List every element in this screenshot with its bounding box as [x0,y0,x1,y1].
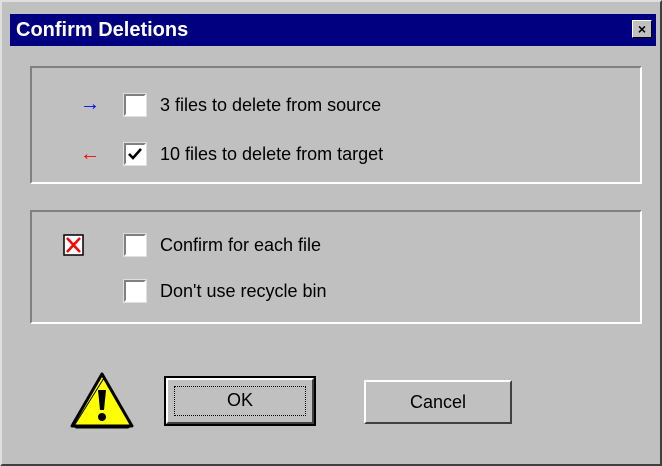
dialog-title: Confirm Deletions [16,19,189,41]
checkmark-icon [128,148,142,160]
arrow-right-icon: → [80,93,100,115]
arrow-left-icon: ← [80,143,100,165]
delete-x-icon [63,234,84,256]
confirm-each-file-checkbox[interactable] [123,233,147,257]
ok-button[interactable]: OK [164,376,316,426]
warning-icon [70,372,134,429]
ok-button-label: OK [226,390,253,410]
delete-from-target-label: 10 files to delete from target [160,144,384,164]
cancel-button[interactable]: Cancel [364,380,512,424]
close-button[interactable]: × [632,20,652,38]
confirm-each-file-label: Confirm for each file [160,235,322,255]
no-recycle-bin-label: Don't use recycle bin [160,281,327,301]
no-recycle-bin-checkbox[interactable] [123,279,147,303]
title-bar: Confirm Deletions × [10,14,656,46]
confirm-deletions-dialog: Confirm Deletions × → 3 files to delete … [0,0,662,466]
delete-from-source-checkbox[interactable] [123,93,147,117]
delete-from-source-label: 3 files to delete from source [160,95,382,115]
confirmation-options-group [30,210,642,324]
cancel-button-label: Cancel [409,392,467,412]
deletion-direction-group [30,66,642,184]
delete-from-target-checkbox[interactable] [123,142,147,166]
